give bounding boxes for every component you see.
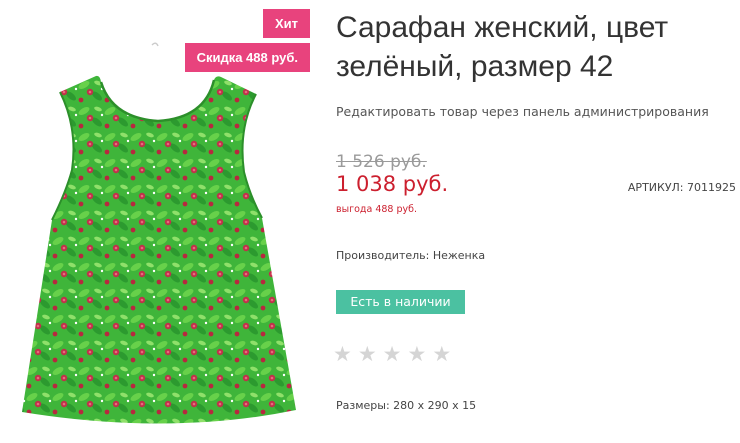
current-price: 1 038 руб. (336, 172, 449, 196)
star-icon[interactable]: ★ (432, 343, 451, 365)
in-stock-badge: Есть в наличии (336, 290, 465, 314)
old-price: 1 526 руб. (336, 152, 427, 172)
article-number: АРТИКУЛ: 7011925 (627, 181, 736, 194)
rating-stars[interactable]: ★ ★ ★ ★ ★ (333, 343, 451, 365)
product-sizes: Размеры: 280 x 290 x 15 (336, 399, 477, 412)
product-title: Сарафан женский, цвет зелёный, размер 42 (336, 11, 669, 83)
star-icon[interactable]: ★ (358, 343, 377, 365)
star-icon[interactable]: ★ (333, 343, 352, 365)
hit-badge: Хит (262, 9, 310, 38)
savings-text: выгода 488 руб. (336, 204, 417, 215)
star-icon[interactable]: ★ (407, 343, 426, 365)
star-icon[interactable]: ★ (383, 343, 402, 365)
manufacturer: Производитель: Неженка (336, 249, 486, 262)
product-image-area[interactable]: Хит Скидка 488 руб. (0, 0, 318, 443)
edit-product-link[interactable]: Редактировать товар через панель админис… (336, 104, 709, 119)
discount-badge: Скидка 488 руб. (184, 43, 310, 72)
